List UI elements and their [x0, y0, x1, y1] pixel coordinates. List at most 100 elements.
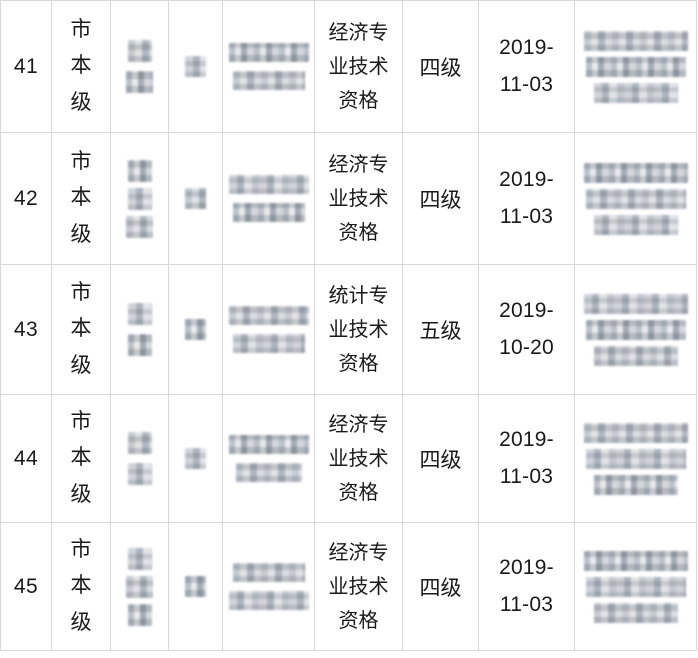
- cell-gender-redacted: [168, 394, 223, 523]
- cert-type-label: 统计专业技术资格: [328, 284, 389, 375]
- row-index-label: 43: [13, 317, 39, 341]
- cert-type-label: 经济专业技术资格: [328, 153, 389, 244]
- date-label: 2019- 11-03: [499, 35, 554, 96]
- cell-authority-redacted: [574, 522, 697, 651]
- redaction-block: [127, 463, 152, 485]
- table-body: 41 市 本 级 经济专业技术资格 四级 2019- 11-03 42 市 本 …: [0, 0, 697, 651]
- redacted-name-blocks: [111, 303, 168, 356]
- redaction-block: [185, 448, 206, 469]
- redaction-block: [185, 576, 206, 597]
- cell-name-redacted: [110, 264, 169, 395]
- cell-grade: 四级: [402, 522, 479, 651]
- redaction-line: [585, 319, 686, 340]
- redaction-line: [583, 162, 688, 183]
- redaction-block: [126, 215, 153, 238]
- cell-grade: 四级: [402, 394, 479, 523]
- redaction-line: [593, 214, 678, 235]
- grade-label: 四级: [419, 188, 462, 212]
- cell-index: 42: [0, 132, 52, 265]
- cell-id-redacted: [222, 264, 315, 395]
- level-label: 市 本 级: [70, 281, 92, 377]
- redacted-name-blocks: [111, 432, 168, 485]
- cell-index: 43: [0, 264, 52, 395]
- redaction-block: [127, 40, 152, 62]
- cell-cert-type: 经济专业技术资格: [314, 522, 403, 651]
- cell-level: 市 本 级: [51, 522, 111, 651]
- cell-level: 市 本 级: [51, 394, 111, 523]
- table-row: 43 市 本 级 统计专业技术资格 五级 2019- 10-20: [0, 264, 697, 395]
- cell-authority-redacted: [574, 394, 697, 523]
- cell-name-redacted: [110, 132, 169, 265]
- redaction-line: [232, 563, 305, 582]
- redacted-gender-block: [169, 319, 222, 340]
- cell-cert-type: 经济专业技术资格: [314, 132, 403, 265]
- redaction-block: [185, 56, 206, 77]
- date-label: 2019- 11-03: [499, 167, 554, 228]
- grade-label: 四级: [419, 56, 462, 80]
- cell-level: 市 本 级: [51, 0, 111, 133]
- cell-id-redacted: [222, 0, 315, 133]
- redaction-line: [232, 203, 305, 222]
- redaction-line: [585, 56, 686, 77]
- redaction-line: [593, 474, 678, 495]
- row-index-label: 44: [13, 446, 39, 470]
- redaction-line: [228, 43, 309, 62]
- redacted-authority-lines: [575, 293, 696, 366]
- row-index-label: 41: [13, 54, 39, 78]
- level-label: 市 本 级: [70, 150, 92, 246]
- cert-type-label: 经济专业技术资格: [328, 21, 389, 112]
- cell-date: 2019- 11-03: [478, 0, 575, 133]
- cell-date: 2019- 11-03: [478, 132, 575, 265]
- redaction-block: [126, 71, 153, 93]
- redaction-line: [583, 550, 688, 571]
- cell-grade: 四级: [402, 0, 479, 133]
- cert-type-label: 经济专业技术资格: [328, 413, 389, 504]
- redacted-gender-block: [169, 448, 222, 469]
- cell-id-redacted: [222, 522, 315, 651]
- redacted-name-blocks: [111, 159, 168, 238]
- redacted-name-blocks: [111, 547, 168, 626]
- redaction-block: [127, 547, 152, 570]
- redaction-line: [585, 188, 686, 209]
- redacted-authority-lines: [575, 30, 696, 103]
- cell-grade: 四级: [402, 132, 479, 265]
- cell-date: 2019- 11-03: [478, 394, 575, 523]
- redaction-line: [228, 591, 309, 610]
- cell-gender-redacted: [168, 522, 223, 651]
- cell-level: 市 本 级: [51, 132, 111, 265]
- redaction-block: [127, 334, 152, 356]
- table-row: 44 市 本 级 经济专业技术资格 四级 2019- 11-03: [0, 394, 697, 523]
- cell-id-redacted: [222, 132, 315, 265]
- level-label: 市 本 级: [70, 18, 92, 114]
- redacted-authority-lines: [575, 162, 696, 235]
- redaction-line: [228, 435, 309, 454]
- redaction-line: [228, 306, 309, 325]
- cell-grade: 五级: [402, 264, 479, 395]
- redacted-authority-lines: [575, 550, 696, 623]
- redaction-line: [228, 175, 309, 194]
- redaction-line: [593, 345, 678, 366]
- date-label: 2019- 11-03: [499, 555, 554, 616]
- grade-label: 五级: [419, 319, 462, 343]
- cell-name-redacted: [110, 522, 169, 651]
- table-row: 41 市 本 级 经济专业技术资格 四级 2019- 11-03: [0, 0, 697, 133]
- row-index-label: 42: [13, 186, 39, 210]
- cell-id-redacted: [222, 394, 315, 523]
- certificate-registry-table: 41 市 本 级 经济专业技术资格 四级 2019- 11-03 42 市 本 …: [0, 0, 697, 651]
- cell-cert-type: 经济专业技术资格: [314, 394, 403, 523]
- cell-gender-redacted: [168, 132, 223, 265]
- redacted-gender-block: [169, 576, 222, 597]
- cell-name-redacted: [110, 0, 169, 133]
- redacted-name-blocks: [111, 40, 168, 93]
- cell-level: 市 本 级: [51, 264, 111, 395]
- redaction-line: [593, 82, 678, 103]
- cell-name-redacted: [110, 394, 169, 523]
- cell-cert-type: 统计专业技术资格: [314, 264, 403, 395]
- redacted-gender-block: [169, 56, 222, 77]
- redaction-block: [185, 188, 206, 209]
- redaction-block: [127, 187, 152, 210]
- cell-authority-redacted: [574, 264, 697, 395]
- redaction-block: [127, 603, 152, 626]
- redaction-line: [232, 334, 305, 353]
- redacted-id-lines: [223, 306, 314, 353]
